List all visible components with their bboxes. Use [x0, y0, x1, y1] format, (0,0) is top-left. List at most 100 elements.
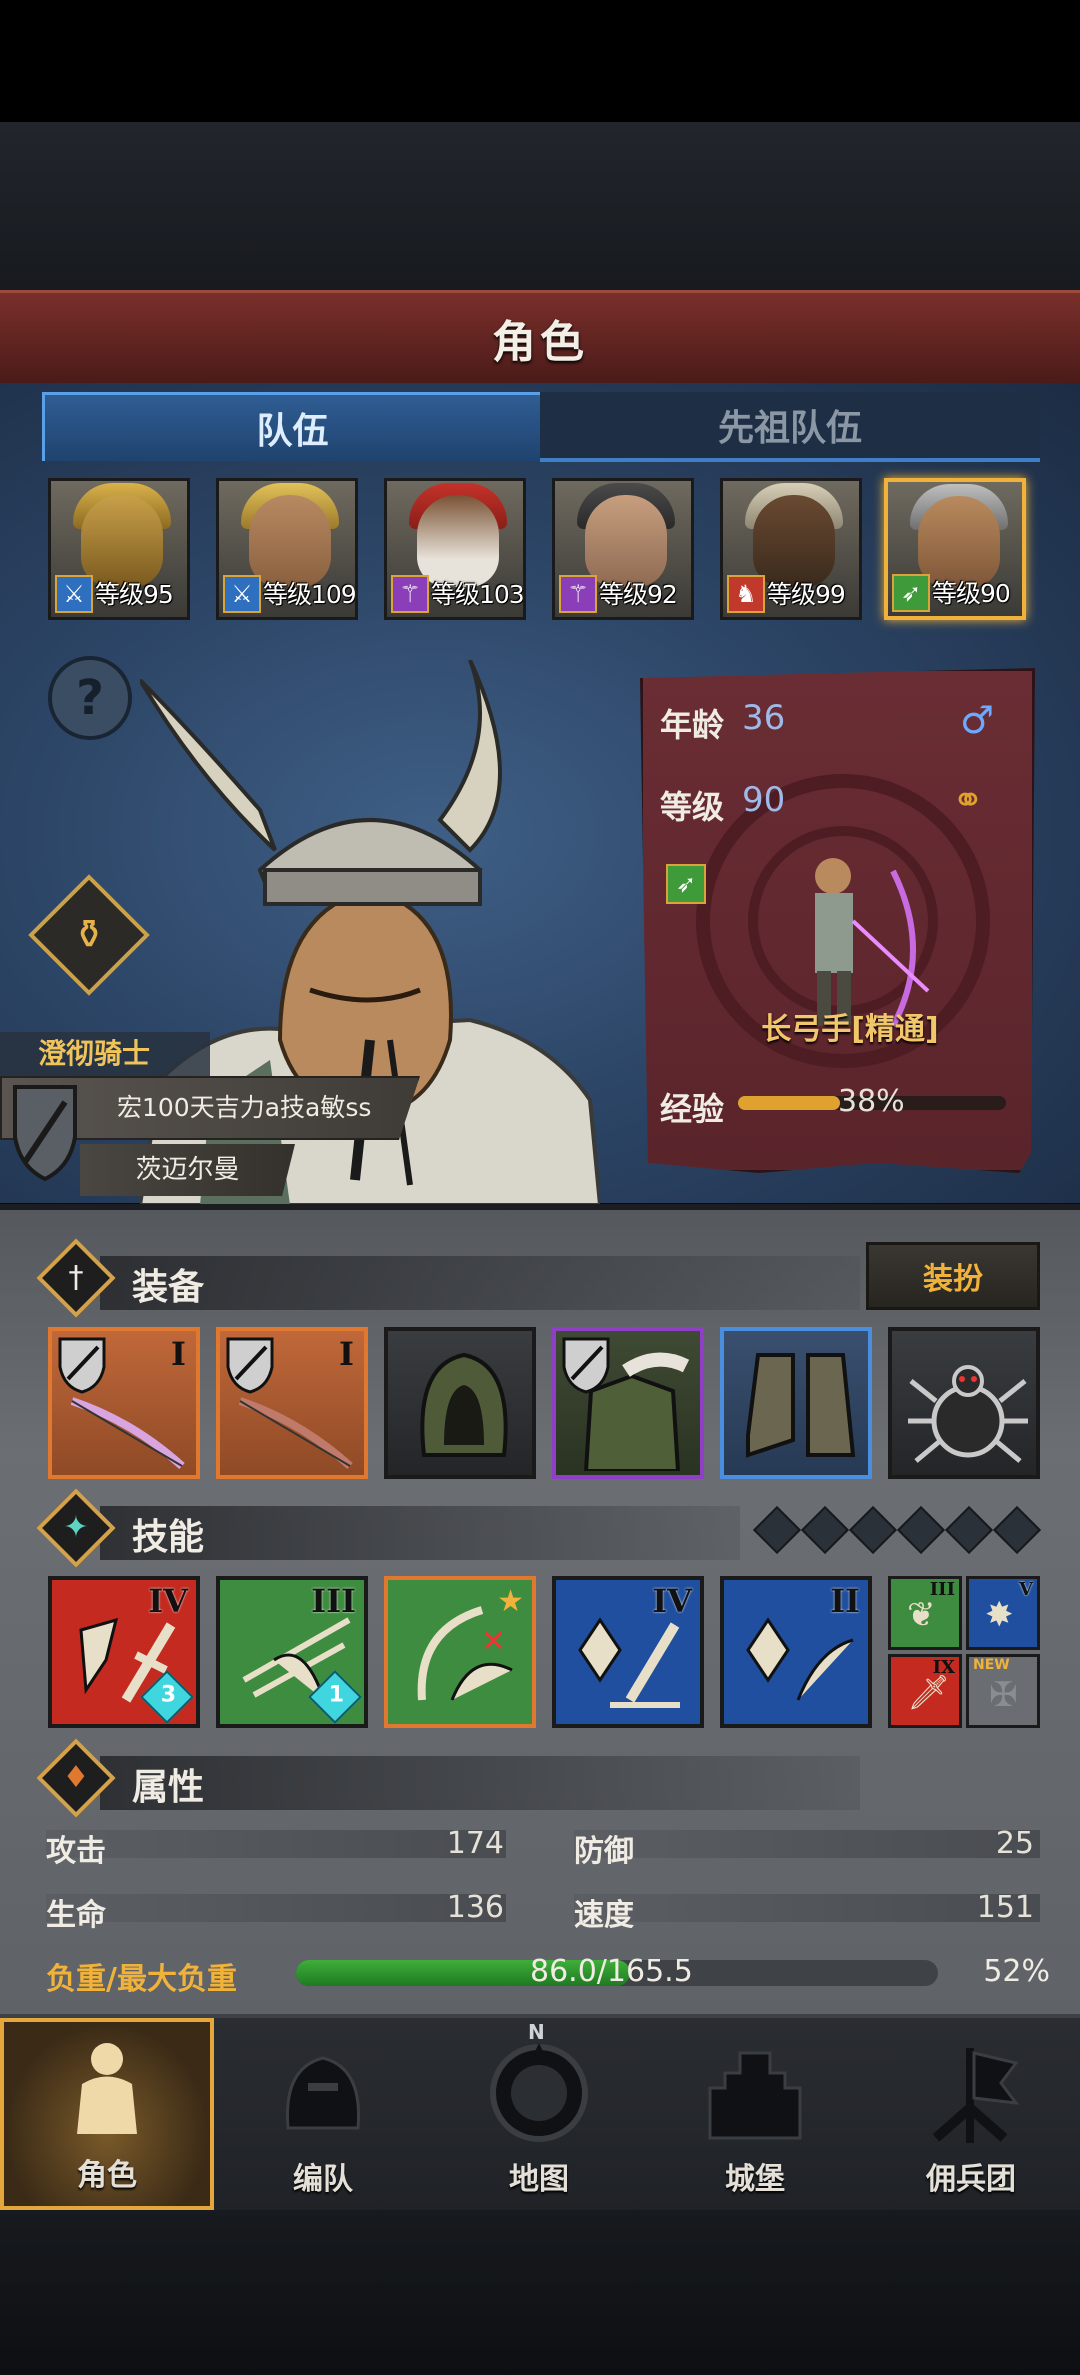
level-label: 等级	[660, 788, 725, 826]
tier-label: I	[171, 1335, 186, 1373]
staff-icon: ⚚	[391, 575, 429, 613]
roster-portrait[interactable]: ⚔ 等级95	[48, 478, 190, 620]
age-label: 年龄	[660, 706, 725, 744]
tab-ancestor-team[interactable]: 先祖队伍	[540, 392, 1040, 462]
shield-icon	[13, 1085, 77, 1182]
equipment-slot-boots[interactable]	[720, 1327, 872, 1479]
skill-slot[interactable]: IV 3	[48, 1576, 200, 1728]
passive-skill-slot[interactable]: V ✸	[966, 1576, 1040, 1650]
burst-skill-icon: ✸	[985, 1595, 1014, 1635]
skill-slot[interactable]: III 1	[216, 1576, 368, 1728]
nav-map[interactable]: N 地图	[432, 2018, 646, 2210]
equipment-slot-hood[interactable]	[384, 1327, 536, 1479]
helmet-icon	[285, 2056, 361, 2130]
load-label: 负重/最大负重	[46, 1962, 237, 1997]
equipment-slot-armor[interactable]	[552, 1327, 704, 1479]
attack-value: 174	[446, 1826, 504, 1861]
banner-icon	[932, 2048, 1020, 2143]
nav-formation[interactable]: 编队	[216, 2018, 430, 2210]
attributes-title: 属性	[132, 1767, 205, 1808]
star-icon: ★	[497, 1584, 524, 1619]
attack-label: 攻击	[46, 1834, 106, 1869]
equipment-slot-amulet[interactable]	[888, 1327, 1040, 1479]
nav-castle[interactable]: 城堡	[648, 2018, 862, 2210]
skill-slot[interactable]: ★ ✕	[384, 1576, 536, 1728]
roster-level: 等级90	[932, 579, 1011, 608]
speed-value: 151	[976, 1890, 1034, 1925]
nav-label: 角色	[77, 2158, 137, 2193]
hood-item-icon	[420, 1352, 508, 1457]
bow-item-icon	[70, 1397, 185, 1469]
roster-portrait[interactable]: ⚚ 等级92	[552, 478, 694, 620]
equipment-title: 装备	[132, 1267, 205, 1308]
equipment-slot-bow[interactable]: I	[48, 1327, 200, 1479]
nav-label: 地图	[509, 2162, 569, 2197]
spider-amulet-icon	[908, 1365, 1028, 1463]
horse-icon: ♞	[727, 575, 765, 613]
staff-icon: ⚚	[559, 575, 597, 613]
bow-item-icon	[238, 1397, 353, 1469]
defense-label: 防御	[574, 1834, 634, 1869]
nav-label: 佣兵团	[926, 2162, 1016, 2197]
nav-character[interactable]: 角色	[0, 2018, 214, 2210]
empty-skill-slot[interactable]: NEW ✠	[966, 1654, 1040, 1728]
roster-level: 等级109	[263, 580, 356, 609]
hero-name[interactable]: 茨迈尔曼	[80, 1144, 295, 1196]
bow-icon: ➶	[892, 574, 930, 612]
roster-portrait-selected[interactable]: ➶ 等级90	[884, 478, 1026, 620]
roster-level: 等级99	[767, 580, 846, 609]
armor-item-icon	[583, 1352, 690, 1471]
nav-label: 城堡	[725, 2162, 785, 2197]
hero-face-art	[585, 495, 667, 587]
attributes-header-strip	[100, 1756, 860, 1810]
status-bar-area	[0, 0, 1080, 122]
hero-face-art	[249, 495, 331, 587]
skill-slot[interactable]: IV	[552, 1576, 704, 1728]
new-badge: NEW	[973, 1657, 1010, 1673]
potion-icon: ⚱	[72, 912, 106, 958]
passive-skill-slot[interactable]: III ❦	[888, 1576, 962, 1650]
roster-level: 等级92	[599, 580, 678, 609]
skill-tier: IV	[148, 1582, 188, 1620]
roster-portrait[interactable]: ♞ 等级99	[720, 478, 862, 620]
cross-placeholder-icon: ✠	[989, 1675, 1018, 1715]
boots-item-icon	[746, 1353, 856, 1458]
tab-team[interactable]: 队伍	[42, 392, 543, 461]
hero-title: 澄彻骑士	[0, 1032, 210, 1076]
nav-mercenaries[interactable]: 佣兵团	[864, 2018, 1078, 2210]
sword-icon: ⚔	[55, 575, 93, 613]
skill-slot[interactable]: II	[720, 1576, 872, 1728]
skills-title: 技能	[132, 1517, 205, 1558]
hero-face-art	[81, 495, 163, 587]
equipment-slot-bow[interactable]: I	[216, 1327, 368, 1479]
skill-tier: II	[830, 1582, 860, 1620]
castle-icon	[708, 2051, 802, 2140]
roster-portrait[interactable]: ⚔ 等级109	[216, 478, 358, 620]
equipment-header-strip	[100, 1256, 860, 1310]
load-value: 86.0/165.5	[530, 1954, 693, 1989]
roster-level: 等级95	[95, 580, 174, 609]
leaf-skill-icon: ❦	[907, 1595, 936, 1635]
help-button[interactable]: ?	[48, 656, 132, 740]
skill-tier: III	[311, 1582, 356, 1620]
compass-letter: N	[528, 2020, 545, 2044]
locked-x-icon: ✕	[480, 1624, 506, 1659]
age-value: 36	[742, 698, 786, 738]
exp-label: 经验	[660, 1090, 725, 1128]
hero-face-art	[417, 495, 499, 587]
load-percent: 52%	[983, 1954, 1050, 1989]
ring-icon: ⚭	[952, 778, 984, 822]
bottom-band	[0, 2210, 1080, 2375]
skill-tier: V	[1019, 1579, 1033, 1600]
tier-label: I	[339, 1335, 354, 1373]
question-icon: ?	[76, 670, 104, 726]
roster-portrait[interactable]: ⚚ 等级103	[384, 478, 526, 620]
skill-tier: IV	[652, 1582, 692, 1620]
dress-up-button[interactable]: 装扮	[866, 1242, 1040, 1310]
hp-value: 136	[446, 1890, 504, 1925]
title-bar: 角色	[0, 290, 1080, 386]
passive-skill-slot[interactable]: IX 🗡	[888, 1654, 962, 1728]
exp-percent: 38%	[838, 1084, 905, 1119]
roster-level: 等级103	[431, 580, 524, 609]
defense-value: 25	[995, 1826, 1034, 1861]
